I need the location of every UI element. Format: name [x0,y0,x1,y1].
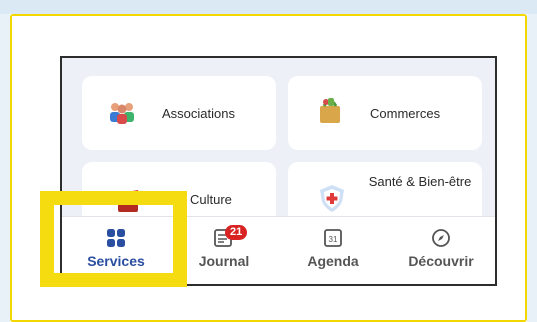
shopping-bag-icon [314,94,346,126]
notification-badge: 21 [225,225,248,240]
background-right-strip [527,14,537,322]
nav-agenda[interactable]: 31 Agenda [279,217,387,284]
tile-associations[interactable]: Associations [82,76,276,150]
background-left-strip [0,14,10,322]
tile-label: Santé & Bien-être [368,174,472,189]
calendar-day: 31 [329,235,338,244]
background-top-strip [0,0,537,14]
compass-icon [430,227,452,249]
tile-label: Commerces [370,106,441,121]
nav-decouvrir[interactable]: Découvrir [387,217,495,284]
tile-label: Associations [162,106,235,121]
bottom-navigation: Services 21 Journal 31 Agenda Découvrir [62,216,495,284]
nav-label: Agenda [307,253,359,269]
app-screen: Associations Commerces Culture Santé & B… [60,56,497,286]
people-icon [106,96,138,128]
newspaper-icon: 21 [213,225,248,249]
calendar-icon: 31 [322,227,344,249]
tile-commerces[interactable]: Commerces [288,76,482,150]
health-shield-icon [316,182,348,214]
nav-services[interactable]: Services [62,217,170,284]
nav-label: Journal [198,253,250,269]
grid-icon [105,227,127,249]
nav-label: Services [87,253,145,269]
culture-icon [112,184,144,216]
nav-journal[interactable]: 21 Journal [170,217,278,284]
nav-label: Découvrir [408,253,474,269]
tile-label: Culture [190,192,232,207]
